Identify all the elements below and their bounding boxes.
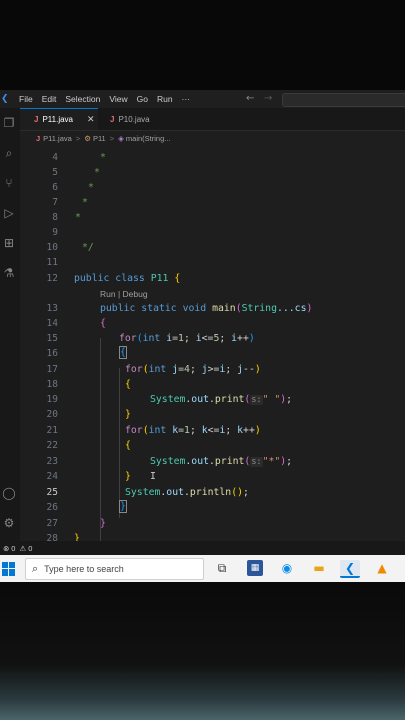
windows-taskbar: ⌕ Type here to search ⧉ ▦ ◉ ▬ ❮ ▲ <box>0 555 405 582</box>
edge-icon[interactable]: ◉ <box>279 560 295 576</box>
java-file-icon: J <box>34 115 39 124</box>
tab-label: P11.java <box>42 115 73 124</box>
windows-start-icon[interactable] <box>2 561 16 576</box>
activity-bar: ❐ ⌕ ⑂ ▷ ⊞ ⚗ ◯ ⚙ <box>0 108 20 542</box>
code-line-23: 23 System.out.print(s:"*"); <box>46 456 293 467</box>
taskbar-search-box[interactable]: ⌕ Type here to search <box>25 558 204 580</box>
task-view-icon[interactable]: ⧉ <box>214 560 230 576</box>
run-debug-icon[interactable]: ▷ <box>2 206 16 220</box>
forward-arrow-icon[interactable]: → <box>264 93 272 104</box>
error-icon[interactable]: ⊗ <box>3 544 9 553</box>
codelens-run-debug[interactable]: Run | Debug <box>100 287 148 301</box>
account-icon[interactable]: ◯ <box>2 486 16 500</box>
extensions-icon[interactable]: ⊞ <box>2 236 16 250</box>
code-line-19: 19 System.out.print(s:" "); <box>46 394 293 405</box>
breadcrumb-method[interactable]: main(String... <box>126 134 171 143</box>
settings-gear-icon[interactable]: ⚙ <box>2 516 16 530</box>
search-icon[interactable]: ⌕ <box>2 146 16 160</box>
vlc-icon[interactable]: ▲ <box>374 560 390 576</box>
tab-label: P10.java <box>118 114 150 124</box>
breadcrumb-file[interactable]: P11.java <box>43 134 72 143</box>
class-icon: ⚙ <box>84 133 91 143</box>
vscode-window: ❮ File Edit Selection View Go Run ··· ← … <box>0 90 405 542</box>
menu-file[interactable]: File <box>19 94 33 104</box>
menu-go[interactable]: Go <box>137 94 148 104</box>
comment: * <box>88 182 94 193</box>
editor-tabs: J P11.java ✕ J P10.java <box>20 108 405 131</box>
menu-view[interactable]: View <box>109 94 127 104</box>
error-count: 0 <box>11 543 16 553</box>
back-arrow-icon[interactable]: ← <box>246 93 254 104</box>
comment: * <box>75 212 81 223</box>
menu-run[interactable]: Run <box>157 94 173 104</box>
inlay-hint: s: <box>250 395 263 405</box>
top-dark-area <box>0 0 405 90</box>
java-file-icon: J <box>110 114 115 124</box>
breadcrumb: J P11.java > ⚙ P11 > ◈ main(String... <box>36 133 171 143</box>
search-placeholder: Type here to search <box>44 564 124 574</box>
tab-p10[interactable]: J P10.java <box>110 108 180 130</box>
warning-count: 0 <box>28 543 33 553</box>
search-icon: ⌕ <box>32 562 39 575</box>
code-editor[interactable]: 4 * 5 * 6 * 7 * 8 * 9 10 */ 11 12 public class … <box>20 148 405 542</box>
testing-icon[interactable]: ⚗ <box>2 266 16 280</box>
warning-icon[interactable]: ⚠ <box>19 544 26 553</box>
file-explorer-icon[interactable]: ▬ <box>311 560 327 576</box>
code-line-15: 15 for(int i=1; i<=5; i++) <box>46 333 255 344</box>
status-bar: ⊗ 0 ⚠ 0 <box>0 541 405 555</box>
bottom-blurred-area <box>0 582 405 720</box>
source-control-icon[interactable]: ⑂ <box>2 176 16 190</box>
command-center[interactable] <box>282 93 405 107</box>
vscode-taskbar-icon[interactable]: ❮ <box>340 560 360 578</box>
tab-p11[interactable]: J P11.java ✕ <box>20 108 98 130</box>
comment: * <box>100 152 106 163</box>
close-icon[interactable]: ✕ <box>87 114 95 125</box>
menu-more[interactable]: ··· <box>182 94 191 104</box>
vscode-logo-icon: ❮ <box>1 94 9 104</box>
code-line-25: 25 System.out.println(); <box>46 487 249 498</box>
code-line-12: 12 public class P11 { <box>46 273 181 284</box>
comment: * <box>82 197 88 208</box>
menu-selection[interactable]: Selection <box>65 94 100 104</box>
method-icon: ◈ <box>118 133 124 143</box>
comment: * <box>94 167 100 178</box>
comment-end: */ <box>82 242 94 253</box>
menu-bar: ❮ File Edit Selection View Go Run ··· ← … <box>0 90 405 108</box>
store-icon[interactable]: ▦ <box>247 560 263 576</box>
text-cursor-icon: I <box>150 471 156 482</box>
breadcrumb-class[interactable]: P11 <box>93 134 106 143</box>
inlay-hint: s: <box>250 457 263 467</box>
java-file-icon: J <box>36 133 41 143</box>
code-line-21: 21 for(int k=1; k<=i; k++) <box>46 425 261 436</box>
code-line-17: 17 for(int j=4; j>=i; j--) <box>46 364 261 375</box>
menu-edit[interactable]: Edit <box>42 94 57 104</box>
explorer-icon[interactable]: ❐ <box>2 116 16 130</box>
code-line-13: 13 public static void main(String...cs) <box>46 303 313 314</box>
